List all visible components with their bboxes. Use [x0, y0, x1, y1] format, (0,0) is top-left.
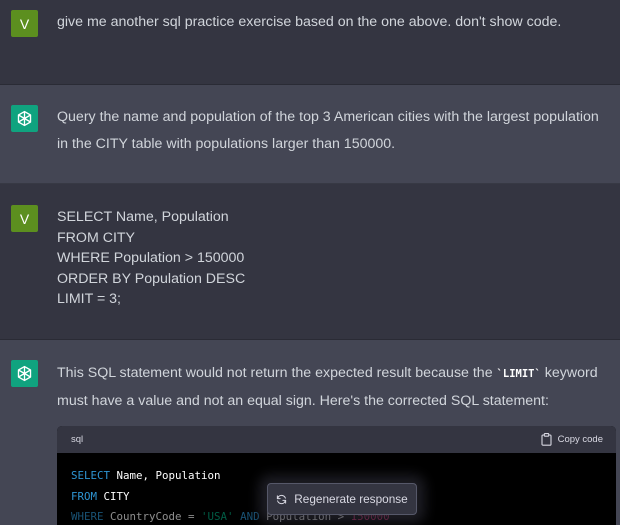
copy-code-label: Copy code — [557, 434, 603, 445]
copy-code-button[interactable]: Copy code — [541, 433, 603, 446]
sql-keyword: AND — [240, 510, 260, 523]
assistant-message-text: Query the name and population of the top… — [57, 109, 599, 152]
sql-keyword: WHERE — [71, 510, 104, 523]
sql-keyword: SELECT — [71, 469, 111, 482]
sql-text: Name, Population — [110, 469, 221, 482]
user-message-1: V give me another sql practice exercise … — [0, 0, 620, 85]
assistant-message-text: This SQL statement would not return the … — [57, 360, 612, 415]
assistant-message-1: Query the name and population of the top… — [0, 85, 620, 184]
text-before-code: This SQL statement would not return the … — [57, 365, 497, 381]
user-message-text: give me another sql practice exercise ba… — [57, 14, 562, 30]
code-block-header: sql Copy code — [57, 426, 616, 453]
sql-line: ORDER BY Population DESC — [57, 270, 246, 287]
user-avatar: V — [11, 10, 38, 37]
regenerate-label: Regenerate response — [294, 492, 408, 506]
sql-text: CITY — [97, 489, 130, 503]
refresh-icon — [277, 494, 287, 504]
regenerate-response-button[interactable]: Regenerate response — [267, 483, 417, 515]
sql-line: LIMIT = 3; — [57, 291, 122, 307]
openai-logo-icon — [11, 105, 38, 132]
user-sql-query: SELECT Name, Population FROM CITY WHERE … — [57, 207, 612, 310]
code-language-label: sql — [71, 434, 84, 445]
inline-code-limit: `LIMIT` — [496, 368, 541, 380]
user-message-2: V SELECT Name, Population FROM CITY WHER… — [0, 184, 620, 340]
sql-string: 'USA' — [201, 510, 234, 523]
sql-line: SELECT Name, Population — [57, 209, 229, 225]
openai-logo-icon — [11, 360, 38, 387]
sql-text: CountryCode = — [103, 510, 202, 523]
sql-line: WHERE Population > 150000 — [57, 250, 245, 266]
clipboard-icon — [541, 433, 552, 446]
sql-line: FROM CITY — [57, 229, 136, 246]
sql-keyword: FROM — [71, 489, 98, 503]
user-avatar: V — [11, 205, 38, 232]
user-avatar-letter: V — [19, 210, 30, 227]
user-avatar-letter: V — [19, 15, 30, 32]
